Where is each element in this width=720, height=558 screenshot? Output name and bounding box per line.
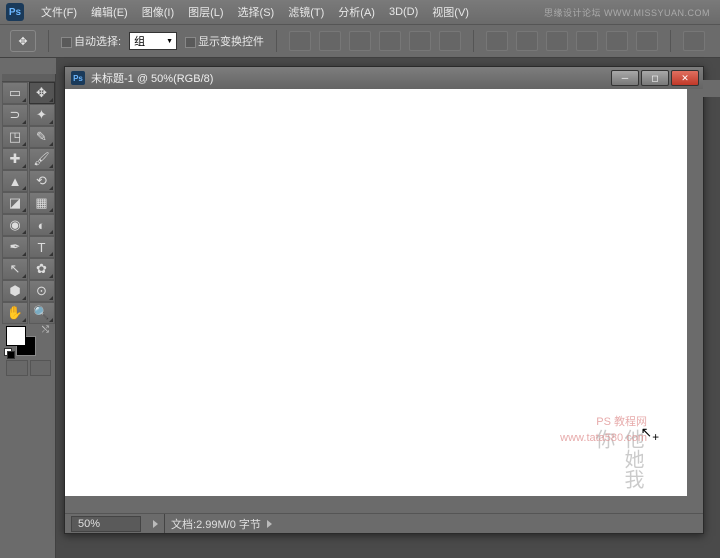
active-tool-icon[interactable]: ✥ <box>10 30 36 52</box>
canvas-watermark-1: 他她我你 <box>587 429 647 496</box>
menu-filter[interactable]: 滤镜(T) <box>281 4 331 20</box>
maximize-button[interactable]: ◻ <box>641 70 669 86</box>
distribute-hcenter-icon[interactable] <box>606 31 628 51</box>
dodge-tool[interactable]: ◐ <box>29 214 55 236</box>
eyedropper-tool[interactable]: ✎ <box>29 126 55 148</box>
align-bottom-icon[interactable] <box>349 31 371 51</box>
distribute-left-icon[interactable] <box>576 31 598 51</box>
marquee-tool[interactable]: ▭ <box>2 82 28 104</box>
horizontal-scrollbar[interactable] <box>65 496 703 513</box>
auto-select-checkbox[interactable]: 自动选择: <box>61 33 121 49</box>
align-top-icon[interactable] <box>289 31 311 51</box>
stamp-tool[interactable]: ▲ <box>2 170 28 192</box>
type-tool[interactable]: T <box>29 236 55 258</box>
gradient-tool[interactable]: ▦ <box>29 192 55 214</box>
distribute-vcenter-icon[interactable] <box>516 31 538 51</box>
hand-tool[interactable]: ✋ <box>2 302 28 324</box>
menu-layer[interactable]: 图层(L) <box>181 4 230 20</box>
auto-select-dropdown[interactable]: 组 <box>129 32 177 50</box>
zoom-menu-icon[interactable] <box>153 520 158 528</box>
distribute-bottom-icon[interactable] <box>546 31 568 51</box>
header-watermark: 思缘设计论坛 WWW.MISSYUAN.COM <box>544 6 720 19</box>
show-transform-checkbox[interactable]: 显示变换控件 <box>185 33 264 49</box>
standard-mode-icon[interactable] <box>6 360 28 376</box>
color-swatches: ⤭ <box>2 324 55 358</box>
minimize-button[interactable]: ─ <box>611 70 639 86</box>
distribute-top-icon[interactable] <box>486 31 508 51</box>
close-button[interactable]: ✕ <box>671 70 699 86</box>
document-title: 未标题-1 @ 50%(RGB/8) <box>91 70 213 86</box>
wand-tool[interactable]: ✦ <box>29 104 55 126</box>
menu-file[interactable]: 文件(F) <box>34 4 84 20</box>
3d-tool[interactable]: ⬢ <box>2 280 28 302</box>
align-hcenter-icon[interactable] <box>409 31 431 51</box>
canvas[interactable]: 他她我你 PS 教程网www.tata580.com ↖+ <box>65 89 687 496</box>
document-area: Ps 未标题-1 @ 50%(RGB/8) ─ ◻ ✕ 他她我你 PS 教程网w… <box>56 58 720 558</box>
canvas-watermark-2: PS 教程网www.tata580.com <box>560 415 647 446</box>
menu-3d[interactable]: 3D(D) <box>382 6 425 18</box>
move-tool[interactable]: ✥ <box>29 82 55 104</box>
menu-select[interactable]: 选择(S) <box>231 4 282 20</box>
history-brush-tool[interactable]: ⟲ <box>29 170 55 192</box>
swap-colors-icon[interactable]: ⤭ <box>42 324 49 335</box>
camera-tool[interactable]: ⊙ <box>29 280 55 302</box>
blur-tool[interactable]: ◉ <box>2 214 28 236</box>
zoom-tool[interactable]: 🔍 <box>29 302 55 324</box>
vertical-scrollbar[interactable] <box>703 80 720 97</box>
align-left-icon[interactable] <box>379 31 401 51</box>
document-info[interactable]: 文档:2.99M/0 字节 <box>164 514 278 533</box>
toolbox-handle[interactable] <box>2 74 55 82</box>
info-menu-icon[interactable] <box>267 520 272 528</box>
crop-tool[interactable]: ◳ <box>2 126 28 148</box>
align-vcenter-icon[interactable] <box>319 31 341 51</box>
shape-tool[interactable]: ✿ <box>29 258 55 280</box>
auto-align-icon[interactable] <box>683 31 705 51</box>
menu-analysis[interactable]: 分析(A) <box>331 4 382 20</box>
document-icon: Ps <box>71 71 85 85</box>
lasso-tool[interactable]: ⊃ <box>2 104 28 126</box>
menu-view[interactable]: 视图(V) <box>425 4 476 20</box>
quick-mask-icon[interactable] <box>30 360 52 376</box>
options-bar: ✥ 自动选择: 组 显示变换控件 <box>0 24 720 58</box>
cursor-icon: ↖+ <box>640 424 659 444</box>
eraser-tool[interactable]: ◪ <box>2 192 28 214</box>
healing-tool[interactable]: ✚ <box>2 148 28 170</box>
pen-tool[interactable]: ✒ <box>2 236 28 258</box>
toolbox: ▭✥⊃✦◳✎✚🖌▲⟲◪▦◉◐✒T↖✿⬢⊙✋🔍 ⤭ <box>2 74 56 558</box>
menu-bar: Ps 文件(F) 编辑(E) 图像(I) 图层(L) 选择(S) 滤镜(T) 分… <box>0 0 720 24</box>
app-logo-icon: Ps <box>6 3 24 21</box>
document-titlebar[interactable]: Ps 未标题-1 @ 50%(RGB/8) ─ ◻ ✕ <box>65 67 703 89</box>
align-right-icon[interactable] <box>439 31 461 51</box>
path-tool[interactable]: ↖ <box>2 258 28 280</box>
zoom-input[interactable]: 50% <box>71 516 141 532</box>
status-bar: 50% 文档:2.99M/0 字节 <box>65 513 703 533</box>
default-colors-icon[interactable] <box>4 348 14 358</box>
menu-image[interactable]: 图像(I) <box>135 4 181 20</box>
foreground-color[interactable] <box>6 326 26 346</box>
document-window: Ps 未标题-1 @ 50%(RGB/8) ─ ◻ ✕ 他她我你 PS 教程网w… <box>64 66 704 534</box>
brush-tool[interactable]: 🖌 <box>29 148 55 170</box>
distribute-right-icon[interactable] <box>636 31 658 51</box>
menu-edit[interactable]: 编辑(E) <box>84 4 135 20</box>
